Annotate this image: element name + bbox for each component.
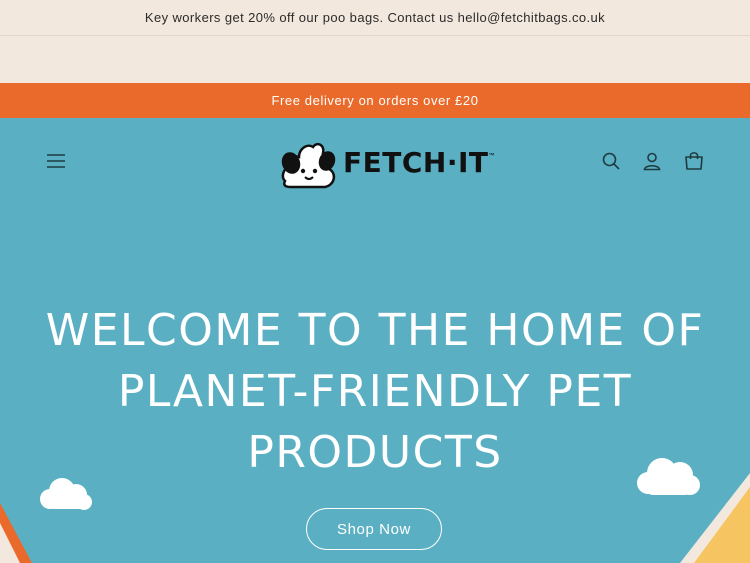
cloud-icon xyxy=(40,478,92,510)
promo-text: Free delivery on orders over £20 xyxy=(271,93,479,108)
account-icon xyxy=(643,152,661,171)
search-icon xyxy=(602,152,620,170)
menu-button[interactable] xyxy=(41,146,71,176)
hero-headline: WELCOME TO THE HOME OF PLANET-FRIENDLY P… xyxy=(45,305,705,478)
promo-bar: Free delivery on orders over £20 xyxy=(0,83,750,118)
account-button[interactable] xyxy=(637,146,667,176)
announcement-bar: Key workers get 20% off our poo bags. Co… xyxy=(0,0,750,36)
shop-now-button[interactable]: Shop Now xyxy=(306,508,442,550)
decorative-corner-left xyxy=(0,503,32,563)
menu-icon xyxy=(47,154,65,168)
site-logo[interactable]: FETCH·IT ™ xyxy=(279,132,495,192)
cart-icon xyxy=(685,152,703,170)
dog-mascot-icon xyxy=(281,142,336,189)
hero-section: FETCH·IT ™ WELCOME TO THE HOME OF PLANET… xyxy=(0,118,750,563)
search-button[interactable] xyxy=(596,146,626,176)
spacer xyxy=(0,36,750,83)
announcement-text: Key workers get 20% off our poo bags. Co… xyxy=(144,10,606,25)
decorative-corner-right xyxy=(680,473,750,563)
trademark-mark: ™ xyxy=(488,153,495,159)
logo-wordmark: FETCH·IT xyxy=(343,145,489,179)
cart-button[interactable] xyxy=(679,146,709,176)
site-header: FETCH·IT ™ xyxy=(0,118,750,206)
